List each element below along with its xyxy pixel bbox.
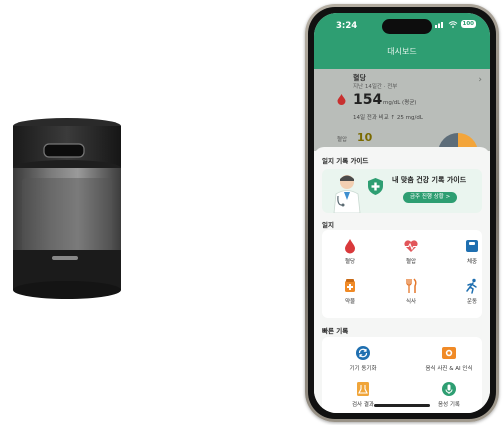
phone-frame: 3:24 100 대시보드 혈당 지난 14일간 · 전부 154 mg/dL … [305, 4, 499, 422]
quick-record-grid: 기기 동기화 음식 사진 & AI 인식 검사 결과 음성 기록 [322, 337, 482, 413]
home-indicator[interactable] [374, 404, 430, 407]
wifi-icon [448, 20, 457, 28]
second-metric-value: 10 [357, 131, 373, 144]
guide-card-title: 내 맞춤 건강 기록 가이드 [392, 176, 467, 184]
lab-result-icon [357, 382, 369, 396]
blood-drop-icon [337, 94, 346, 105]
quick-item-label: 음식 사진 & AI 인식 [425, 366, 473, 372]
guide-section-label: 일지 기록 가이드 [322, 157, 369, 165]
journal-item-glucose[interactable]: 혈당 [330, 238, 370, 265]
second-metric-label: 혈압 [337, 137, 348, 143]
quick-section-label: 빠른 기록 [322, 327, 349, 335]
medicine-icon [345, 279, 355, 292]
signal-icon [434, 21, 443, 28]
journal-grid: 혈당 혈압 체중 약물 식사 운동 [322, 230, 482, 318]
glucose-compare: 14일 전과 비교 ↑ 25 mg/dL [353, 115, 423, 121]
running-icon [466, 278, 477, 294]
chevron-right-icon: › [478, 75, 482, 85]
dynamic-island [382, 19, 432, 34]
journal-section-label: 일지 [322, 221, 334, 229]
journal-item-label: 식사 [405, 299, 417, 305]
guide-card[interactable]: 내 맞춤 건강 기록 가이드 금주 진행 상황 > [322, 169, 482, 213]
journal-item-weight[interactable]: 체중 [452, 238, 490, 265]
weekly-progress-button[interactable]: 금주 진행 상황 > [403, 192, 458, 203]
app-header: 3:24 100 대시보드 [314, 13, 490, 69]
scale-icon [466, 240, 478, 252]
glucose-summary-card[interactable]: 혈당 지난 14일간 · 전부 154 mg/dL (평균) 14일 전과 비교… [314, 69, 490, 173]
journal-item-label: 체중 [466, 259, 478, 265]
heart-pulse-icon [404, 240, 418, 252]
journal-item-medication[interactable]: 약물 [330, 278, 370, 305]
phone-bezel: 3:24 100 대시보드 혈당 지난 14일간 · 전부 154 mg/dL … [308, 7, 496, 419]
phone-screen: 3:24 100 대시보드 혈당 지난 14일간 · 전부 154 mg/dL … [314, 13, 490, 413]
page-title: 대시보드 [387, 47, 417, 56]
status-time: 3:24 [336, 21, 358, 31]
status-icons: 100 [434, 20, 476, 28]
quick-item-label: 기기 동기화 [349, 366, 377, 372]
sync-icon [356, 346, 370, 360]
bottom-sheet: 일지 기록 가이드 내 맞춤 건강 기록 가이드 금주 진행 상황 > 일지 혈… [314, 147, 490, 413]
camera-icon [442, 347, 456, 359]
journal-item-exercise[interactable]: 운동 [452, 278, 490, 305]
journal-item-meal[interactable]: 식사 [391, 278, 431, 305]
journal-item-label: 혈압 [405, 259, 417, 265]
cgm-device-image [13, 118, 121, 299]
journal-item-blood-pressure[interactable]: 혈압 [391, 238, 431, 265]
quick-item-device-sync[interactable]: 기기 동기화 [328, 345, 398, 372]
utensils-icon [406, 278, 417, 293]
journal-item-label: 운동 [466, 299, 478, 305]
battery-icon: 100 [460, 20, 476, 28]
glucose-average-value: 154 [353, 92, 383, 108]
shield-plus-icon [368, 178, 383, 195]
microphone-icon [442, 382, 456, 396]
doctor-illustration-icon [333, 175, 361, 213]
journal-item-label: 약물 [344, 299, 356, 305]
glucose-card-period: 지난 14일간 · 전부 [353, 84, 398, 90]
blood-drop-icon [345, 239, 355, 254]
quick-item-food-photo-ai[interactable]: 음식 사진 & AI 인식 [414, 345, 484, 372]
glucose-unit: mg/dL (평균) [383, 100, 417, 106]
journal-item-label: 혈당 [344, 259, 356, 265]
